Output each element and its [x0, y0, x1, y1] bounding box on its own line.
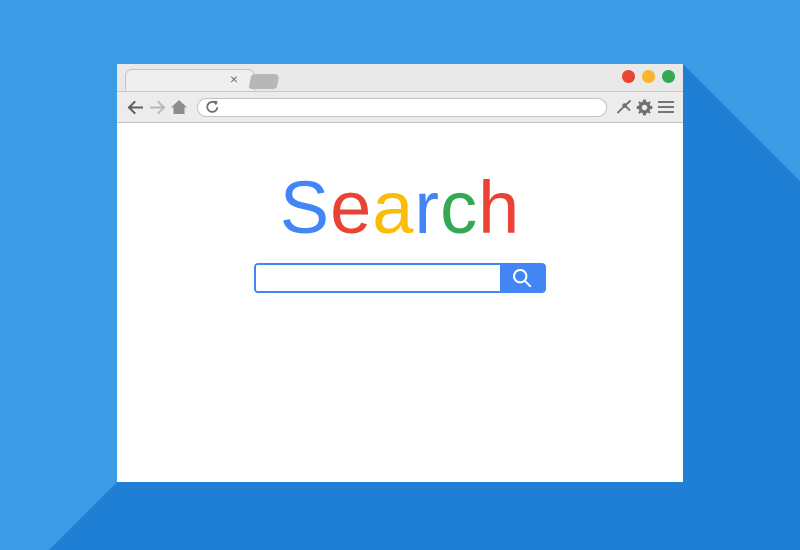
tab-close-icon[interactable]: ×: [227, 72, 241, 87]
window-close-button[interactable]: [622, 70, 635, 83]
back-button[interactable]: [124, 96, 146, 118]
address-bar[interactable]: [197, 97, 607, 117]
share-button[interactable]: [613, 96, 634, 118]
home-icon: [171, 100, 187, 114]
window-maximize-button[interactable]: [662, 70, 675, 83]
logo-letter-c: c: [440, 166, 479, 249]
home-button[interactable]: [168, 96, 190, 118]
search-row: [117, 263, 683, 293]
arrow-left-icon: [127, 100, 143, 114]
desktop-background: × Search: [0, 0, 800, 550]
window-controls: [622, 70, 675, 83]
arrow-right-icon: [149, 100, 165, 114]
share-icon: [616, 100, 631, 114]
forward-button[interactable]: [146, 96, 168, 118]
logo-letter-h: h: [478, 166, 521, 249]
url-input[interactable]: [223, 100, 598, 114]
new-tab-button[interactable]: [248, 74, 280, 89]
logo-letter-e: e: [330, 166, 373, 249]
tab-strip: ×: [117, 64, 683, 92]
menu-button[interactable]: [655, 96, 676, 118]
logo-letter-s: S: [279, 166, 331, 249]
page-content: Search: [117, 123, 683, 482]
hamburger-menu-icon: [657, 101, 674, 113]
browser-window: × Search: [117, 64, 683, 482]
settings-button[interactable]: [634, 96, 655, 118]
reload-icon: [206, 100, 219, 113]
search-box: [254, 263, 546, 293]
window-minimize-button[interactable]: [642, 70, 655, 83]
gear-icon: [636, 99, 653, 115]
browser-toolbar: [117, 92, 683, 123]
search-button[interactable]: [500, 265, 544, 291]
search-input[interactable]: [256, 265, 500, 291]
logo-letter-r: r: [414, 166, 441, 249]
search-logo: Search: [117, 171, 683, 245]
search-icon: [513, 269, 532, 288]
logo-letter-a: a: [372, 166, 415, 249]
